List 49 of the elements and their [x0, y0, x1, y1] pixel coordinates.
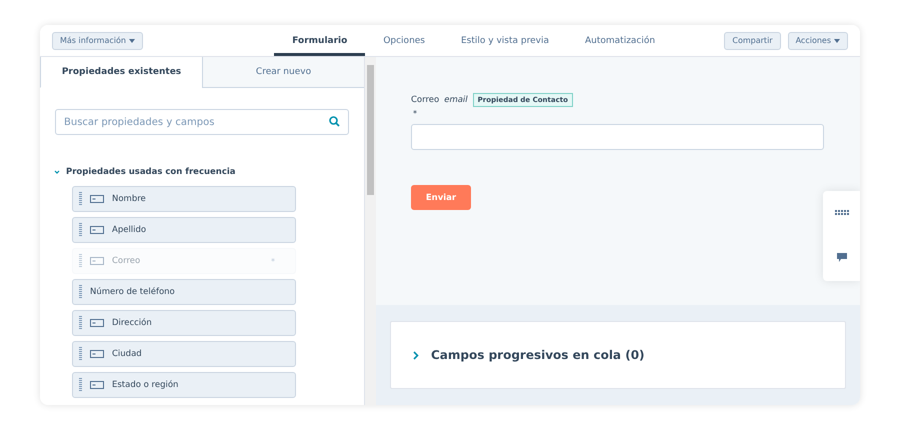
drag-handle-icon[interactable] [79, 285, 82, 299]
required-mark: * [413, 109, 418, 118]
property-item[interactable]: Apellido [72, 217, 296, 243]
text-field-icon [90, 195, 104, 203]
editor-tab[interactable]: Estilo y vista previa [443, 25, 567, 56]
editor-tab[interactable]: Automatización [566, 25, 674, 56]
progressive-fields-title: Campos progresivos en cola (0) [431, 348, 645, 362]
property-label: Apellido [112, 225, 148, 235]
scrollbar[interactable] [365, 57, 376, 405]
property-item[interactable]: Nombre [72, 186, 296, 212]
field-label: Correo [411, 95, 440, 105]
more-info-button[interactable]: Más información [52, 32, 143, 50]
email-input[interactable] [411, 124, 824, 150]
property-label: Estado o región [112, 380, 180, 390]
property-label: Dirección [112, 318, 153, 328]
text-field-icon [90, 381, 104, 389]
sidebar-tab[interactable]: Crear nuevo [202, 57, 364, 88]
drag-handle-icon[interactable] [79, 378, 82, 392]
caret-icon [834, 38, 840, 42]
caret-icon [128, 38, 135, 42]
chevron-icon[interactable] [413, 350, 419, 360]
share-button[interactable]: Compartir [724, 32, 781, 50]
search-icon [329, 116, 340, 127]
progressive-fields-card[interactable]: Campos progresivos en cola (0) [390, 321, 846, 389]
drag-handle-icon[interactable] [79, 192, 82, 206]
drag-handle-icon[interactable] [79, 347, 82, 361]
text-field-icon [90, 319, 104, 327]
required-mark: * [271, 256, 275, 266]
property-label: Número de teléfono [90, 287, 176, 297]
text-field-icon [90, 350, 104, 358]
drag-handle-icon[interactable] [79, 223, 82, 237]
property-label: Ciudad [112, 349, 143, 359]
property-item[interactable]: Ciudad [72, 341, 296, 367]
chat-icon[interactable] [836, 253, 846, 262]
property-item[interactable]: Dirección [72, 310, 296, 336]
group-title: Propiedades usadas con frecuencia [66, 167, 236, 177]
text-field-icon [90, 257, 104, 265]
text-field-icon [90, 226, 104, 234]
chevron-icon[interactable] [54, 169, 60, 175]
search-field[interactable]: Buscar propiedades y campos [55, 109, 349, 135]
property-label: Correo [112, 256, 142, 266]
drag-handle-icon[interactable] [79, 316, 82, 330]
field-type: email [444, 95, 468, 105]
property-item[interactable]: Estado o región [72, 372, 296, 398]
keyboard-icon[interactable] [834, 210, 848, 216]
property-label: Nombre [112, 194, 147, 204]
editor-tab[interactable]: Opciones [365, 25, 443, 56]
property-item[interactable]: Número de teléfono [72, 279, 296, 305]
actions-button[interactable]: Acciones [788, 32, 848, 50]
